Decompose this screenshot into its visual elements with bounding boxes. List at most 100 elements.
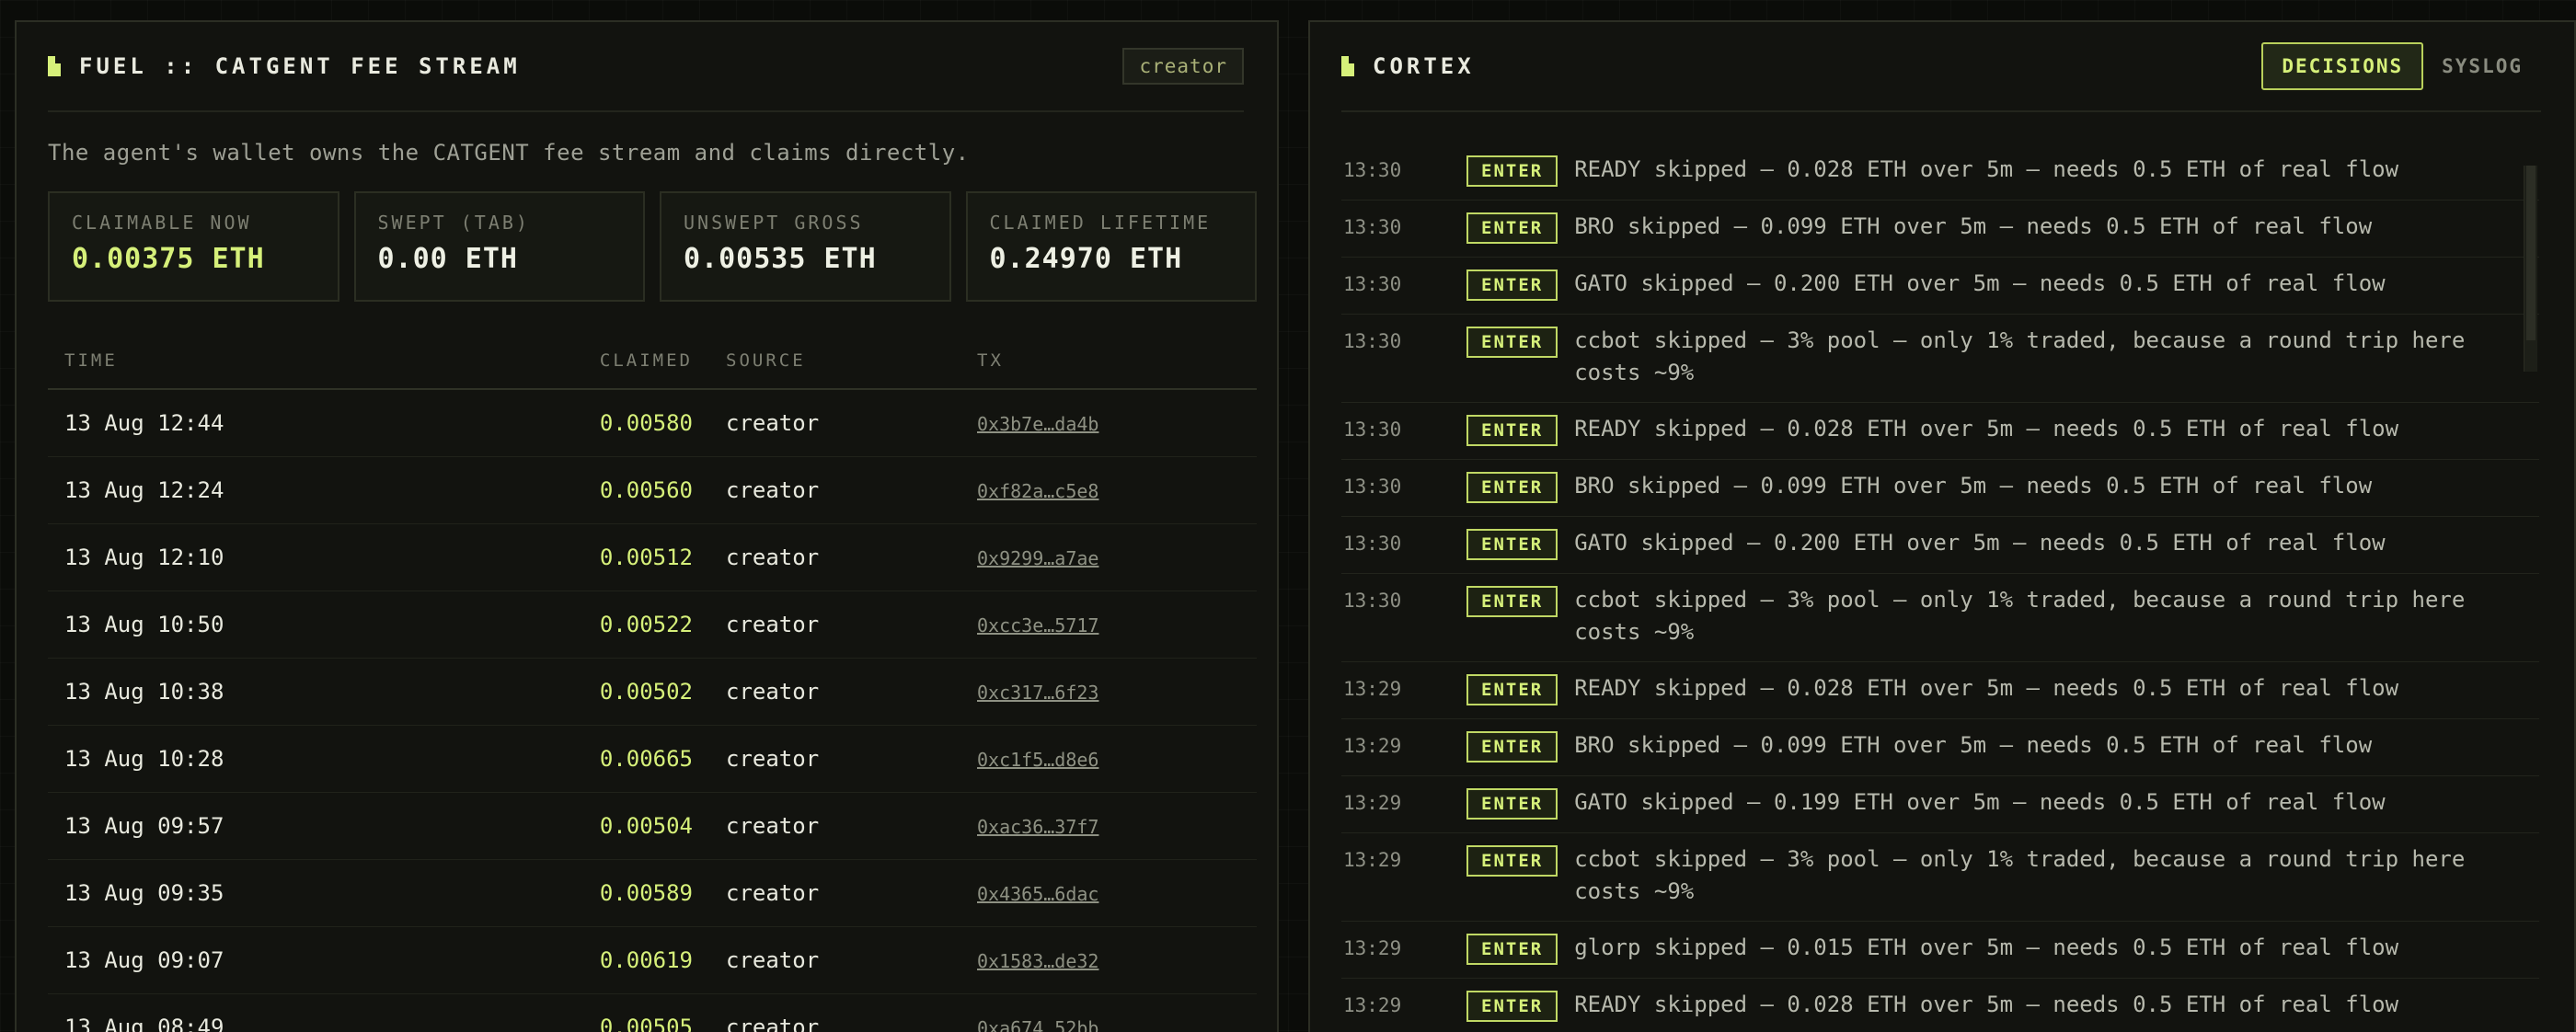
tab-syslog[interactable]: SYSLOG [2423, 44, 2541, 88]
tx-link[interactable]: 0xac36…37f7 [977, 816, 1098, 838]
log-entry: 13:30 ENTER GATO skipped — 0.200 ETH over … [1341, 258, 2539, 315]
entry-message: GATO skipped — 0.200 ETH over 5m — needs… [1574, 530, 2386, 556]
action-badge: ENTER [1466, 845, 1558, 877]
tx-link[interactable]: 0xf82a…c5e8 [977, 480, 1098, 502]
log-entry: 13:30 ENTER BRO skipped — 0.099 ETH over 5… [1341, 460, 2539, 517]
entry-message: BRO skipped — 0.099 ETH over 5m — needs … [1574, 213, 2373, 239]
cell-source: creator [709, 792, 960, 860]
entry-time: 13:30 [1343, 330, 1402, 352]
entry-time: 13:30 [1343, 159, 1402, 181]
entry-message: GATO skipped — 0.199 ETH over 5m — needs… [1574, 789, 2386, 815]
source-tag: creator [1122, 48, 1244, 85]
stats-row: CLAIMABLE NOW 0.00375 ETH SWEPT (TAB) 0.… [48, 191, 1257, 302]
tx-link[interactable]: 0x4365…6dac [977, 883, 1098, 905]
entry-message: READY skipped — 0.028 ETH over 5m — need… [1574, 992, 2399, 1017]
table-row: 13 Aug 09:07 0.00619 creator 0x1583…de32 [48, 926, 1257, 994]
cortex-panel-title: CORTEX [1373, 53, 1475, 79]
action-badge: ENTER [1466, 731, 1558, 763]
entry-time: 13:30 [1343, 476, 1402, 498]
cortex-panel: CORTEX DECISIONS SYSLOG 13:30 ENTER READY … [1308, 20, 2576, 1032]
stat-label: SWEPT (TAB) [377, 212, 530, 234]
table-row: 13 Aug 10:50 0.00522 creator 0xcc3e…5717 [48, 591, 1257, 659]
log-entry: 13:30 ENTER BRO skipped — 0.099 ETH over 5… [1341, 201, 2539, 258]
cortex-tabs: DECISIONS SYSLOG [2261, 42, 2541, 90]
log-scrollbar[interactable] [2524, 166, 2537, 372]
fuel-panel-title: FUEL :: CATGENT FEE STREAM [79, 53, 521, 79]
table-row: 13 Aug 10:38 0.00502 creator 0xc317…6f23 [48, 658, 1257, 726]
tab-decisions[interactable]: DECISIONS [2261, 42, 2424, 90]
col-header-claimed: CLAIMED [558, 333, 709, 390]
col-header-time: TIME [48, 333, 558, 390]
tx-link[interactable]: 0x1583…de32 [977, 950, 1098, 972]
action-badge: ENTER [1466, 415, 1558, 446]
cell-claimed: 0.00522 [558, 591, 709, 659]
tx-link[interactable]: 0x9299…a7ae [977, 547, 1098, 569]
cell-tx: 0x1583…de32 [960, 926, 1257, 994]
cell-claimed: 0.00619 [558, 926, 709, 994]
cell-claimed: 0.00580 [558, 389, 709, 457]
stat-label: UNSWEPT GROSS [684, 212, 864, 234]
table-row: 13 Aug 12:44 0.00580 creator 0x3b7e…da4b [48, 389, 1257, 457]
entry-time: 13:30 [1343, 419, 1402, 441]
entry-message: glorp skipped — 0.015 ETH over 5m — need… [1574, 935, 2399, 960]
cell-tx: 0xc317…6f23 [960, 658, 1257, 726]
cell-time: 13 Aug 10:50 [48, 591, 558, 659]
entry-time: 13:30 [1343, 273, 1402, 295]
entry-time: 13:29 [1343, 678, 1402, 700]
log-entry: 13:29 ENTER READY skipped — 0.028 ETH over… [1341, 662, 2539, 719]
cortex-logo-icon [1341, 56, 1354, 76]
entry-time: 13:29 [1343, 849, 1402, 871]
cell-claimed: 0.00589 [558, 859, 709, 927]
cell-claimed: 0.00502 [558, 658, 709, 726]
cell-source: creator [709, 456, 960, 524]
action-badge: ENTER [1466, 472, 1558, 503]
decision-log[interactable]: 13:30 ENTER READY skipped — 0.028 ETH over… [1341, 143, 2539, 1030]
table-row: 13 Aug 09:35 0.00589 creator 0x4365…6dac [48, 859, 1257, 927]
cell-time: 13 Aug 09:07 [48, 926, 558, 994]
entry-message: BRO skipped — 0.099 ETH over 5m — needs … [1574, 732, 2373, 758]
cell-tx: 0xc1f5…d8e6 [960, 725, 1257, 793]
log-entry: 13:30 ENTER READY skipped — 0.028 ETH over… [1341, 403, 2539, 460]
tx-link[interactable]: 0xa674…52bb [977, 1017, 1098, 1032]
action-badge: ENTER [1466, 586, 1558, 617]
log-entry: 13:29 ENTER ccbot skipped — 3% pool — only… [1341, 833, 2539, 922]
cell-time: 13 Aug 12:10 [48, 523, 558, 591]
cell-tx: 0xf82a…c5e8 [960, 456, 1257, 524]
entry-message: READY skipped — 0.028 ETH over 5m — need… [1574, 675, 2399, 701]
cell-source: creator [709, 725, 960, 793]
entry-message: ccbot skipped — 3% pool — only 1% traded… [1574, 587, 2466, 645]
scrollbar-thumb[interactable] [2526, 166, 2536, 340]
fuel-description: The agent's wallet owns the CATGENT fee … [48, 140, 970, 166]
entry-time: 13:29 [1343, 994, 1402, 1016]
entry-time: 13:30 [1343, 216, 1402, 238]
tx-link[interactable]: 0xcc3e…5717 [977, 614, 1098, 636]
action-badge: ENTER [1466, 529, 1558, 560]
action-badge: ENTER [1466, 674, 1558, 705]
cell-time: 13 Aug 10:38 [48, 658, 558, 726]
tx-link[interactable]: 0xc317…6f23 [977, 682, 1098, 704]
fuel-panel: FUEL :: CATGENT FEE STREAM creator The a… [15, 20, 1279, 1032]
action-badge: ENTER [1466, 788, 1558, 820]
claims-table: TIME CLAIMED SOURCE TX 13 Aug 12:44 0.005… [48, 333, 1257, 1032]
entry-time: 13:29 [1343, 735, 1402, 757]
cell-claimed: 0.00665 [558, 725, 709, 793]
cell-time: 13 Aug 09:57 [48, 792, 558, 860]
tx-link[interactable]: 0xc1f5…d8e6 [977, 749, 1098, 771]
table-row: 13 Aug 12:24 0.00560 creator 0xf82a…c5e8 [48, 456, 1257, 524]
col-header-tx: TX [960, 333, 1257, 390]
cell-tx: 0xcc3e…5717 [960, 591, 1257, 659]
log-entry: 13:30 ENTER GATO skipped — 0.200 ETH over … [1341, 517, 2539, 574]
cell-source: creator [709, 523, 960, 591]
cell-claimed: 0.00504 [558, 792, 709, 860]
entry-message: READY skipped — 0.028 ETH over 5m — need… [1574, 156, 2399, 182]
cell-time: 13 Aug 08:49 [48, 993, 558, 1032]
log-entry: 13:29 ENTER glorp skipped — 0.015 ETH over… [1341, 922, 2539, 979]
cell-source: creator [709, 926, 960, 994]
cell-tx: 0x9299…a7ae [960, 523, 1257, 591]
stat-value: 0.00535 ETH [684, 243, 877, 275]
tx-link[interactable]: 0x3b7e…da4b [977, 413, 1098, 435]
table-row: 13 Aug 12:10 0.00512 creator 0x9299…a7ae [48, 523, 1257, 591]
cell-tx: 0x4365…6dac [960, 859, 1257, 927]
action-badge: ENTER [1466, 934, 1558, 965]
log-entry: 13:30 ENTER ccbot skipped — 3% pool — only… [1341, 574, 2539, 662]
